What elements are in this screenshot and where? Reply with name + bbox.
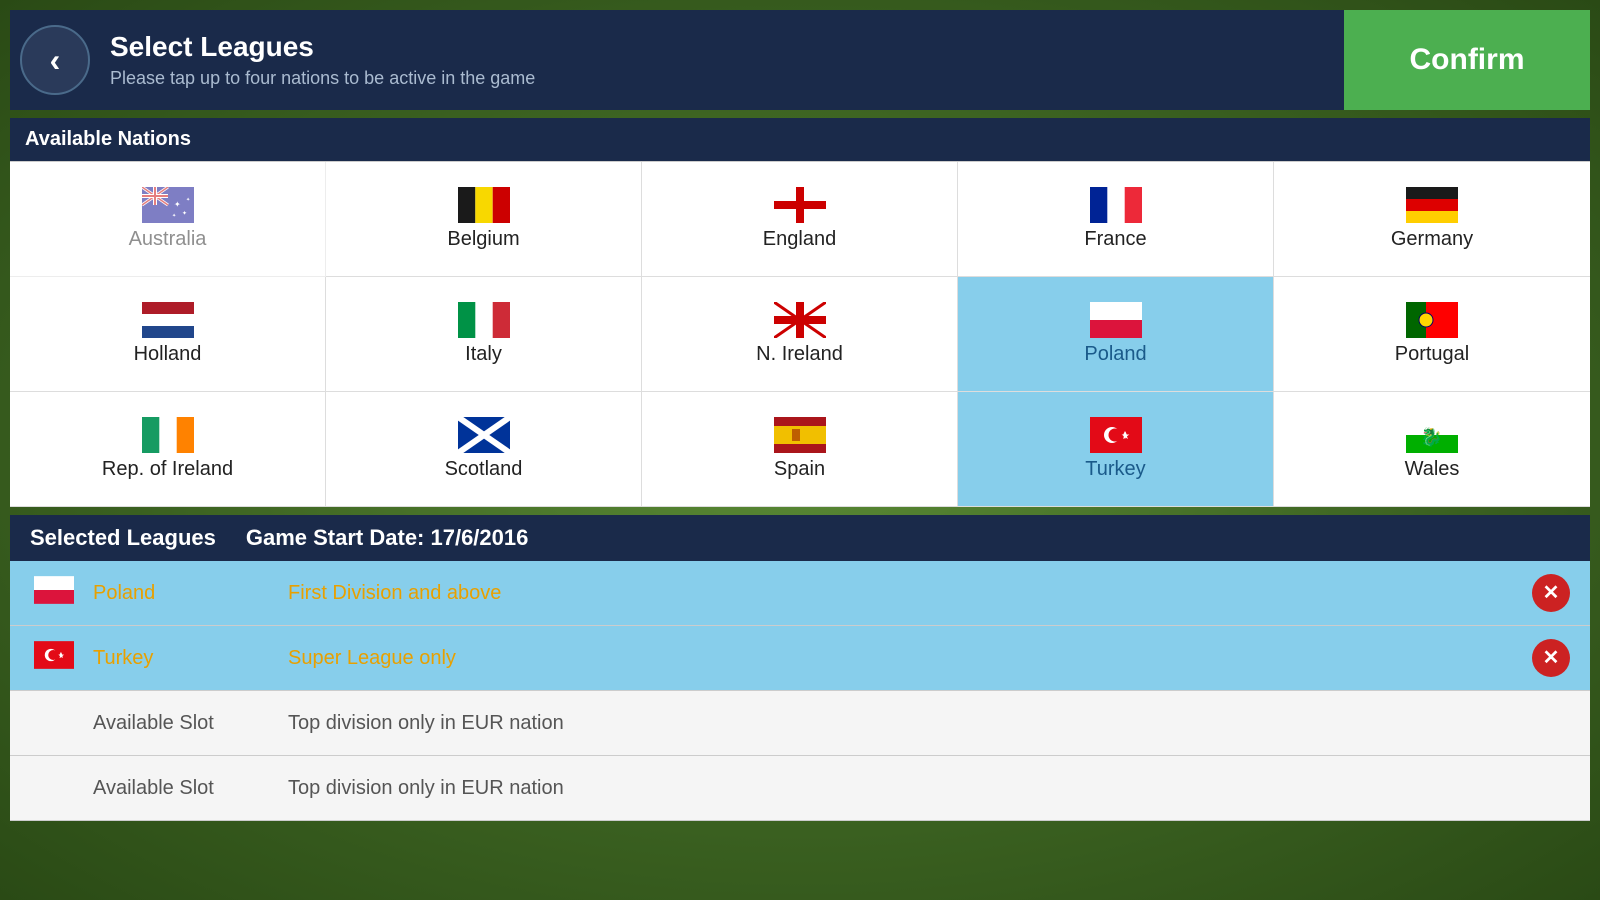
flag-icon-england	[774, 187, 826, 228]
nation-name-turkey: Turkey	[1085, 458, 1145, 481]
league-row-slot1[interactable]: Available Slot Top division only in EUR n…	[10, 691, 1590, 756]
flag-icon-n_ireland	[774, 302, 826, 343]
nation-name-england: England	[763, 228, 836, 251]
leagues-header-title: Selected Leagues	[30, 525, 216, 551]
nation-cell-spain[interactable]: Spain	[642, 392, 958, 507]
flag-icon-poland	[1090, 302, 1142, 343]
league-flag-poland_row	[30, 576, 78, 611]
nation-name-wales: Wales	[1405, 458, 1460, 481]
nation-name-germany: Germany	[1391, 228, 1473, 251]
remove-button-turkey_row[interactable]: ✕	[1532, 639, 1570, 677]
header: ‹ Select Leagues Please tap up to four n…	[10, 10, 1590, 110]
nation-name-scotland: Scotland	[445, 458, 523, 481]
flag-icon-holland	[142, 302, 194, 343]
nation-cell-turkey[interactable]: ★ Turkey	[958, 392, 1274, 507]
leagues-header: Selected Leagues Game Start Date: 17/6/2…	[10, 515, 1590, 561]
nation-cell-rep_ireland[interactable]: Rep. of Ireland	[10, 392, 326, 507]
nation-cell-australia: ✦ ✦ ✦ ✦ Australia	[10, 162, 326, 277]
league-flag-turkey_row: ★	[30, 641, 78, 676]
svg-text:✦: ✦	[172, 213, 176, 219]
nation-name-n_ireland: N. Ireland	[756, 343, 843, 366]
nations-header: Available Nations	[10, 118, 1590, 161]
nation-name-portugal: Portugal	[1395, 343, 1470, 366]
nation-name-spain: Spain	[774, 458, 825, 481]
svg-text:✦: ✦	[174, 200, 181, 209]
svg-text:★: ★	[1121, 431, 1130, 442]
svg-text:★: ★	[58, 651, 65, 660]
flag-icon-australia: ✦ ✦ ✦ ✦	[142, 187, 194, 228]
flag-icon-germany	[1406, 187, 1458, 228]
header-text: Select Leagues Please tap up to four nat…	[110, 31, 1344, 89]
nation-cell-wales[interactable]: 🐉 Wales	[1274, 392, 1590, 507]
flag-icon-france	[1090, 187, 1142, 228]
nations-grid: ✦ ✦ ✦ ✦ Australia Belgium England France…	[10, 161, 1590, 507]
svg-text:✦: ✦	[186, 197, 190, 203]
flag-icon-belgium	[458, 187, 510, 228]
league-row-turkey_row[interactable]: ★ Turkey Super League only ✕	[10, 626, 1590, 691]
svg-text:🐉: 🐉	[1420, 426, 1442, 447]
nation-cell-belgium[interactable]: Belgium	[326, 162, 642, 277]
page-subtitle: Please tap up to four nations to be acti…	[110, 68, 1344, 89]
nation-name-holland: Holland	[134, 343, 202, 366]
flag-icon-scotland	[458, 417, 510, 458]
league-name-slot1: Available Slot	[93, 712, 273, 735]
league-division-poland_row: First Division and above	[288, 582, 1517, 605]
confirm-button[interactable]: Confirm	[1344, 10, 1590, 110]
flag-icon-wales: 🐉	[1406, 417, 1458, 458]
leagues-rows: Poland First Division and above ✕ ★ Turkey…	[10, 561, 1590, 821]
nation-cell-portugal[interactable]: Portugal	[1274, 277, 1590, 392]
nation-cell-france[interactable]: France	[958, 162, 1274, 277]
league-division-turkey_row: Super League only	[288, 647, 1517, 670]
remove-button-poland_row[interactable]: ✕	[1532, 574, 1570, 612]
league-division-slot1: Top division only in EUR nation	[288, 712, 1517, 735]
flag-icon-italy	[458, 302, 510, 343]
nation-cell-n_ireland[interactable]: N. Ireland	[642, 277, 958, 392]
nation-name-belgium: Belgium	[447, 228, 519, 251]
nation-cell-england[interactable]: England	[642, 162, 958, 277]
nation-cell-scotland[interactable]: Scotland	[326, 392, 642, 507]
game-start-date: Game Start Date: 17/6/2016	[246, 525, 529, 551]
nation-cell-italy[interactable]: Italy	[326, 277, 642, 392]
nation-name-rep_ireland: Rep. of Ireland	[102, 458, 233, 481]
nation-name-italy: Italy	[465, 343, 502, 366]
page-title: Select Leagues	[110, 31, 1344, 63]
back-button[interactable]: ‹	[20, 25, 90, 95]
flag-icon-spain	[774, 417, 826, 458]
nation-name-france: France	[1084, 228, 1146, 251]
flag-icon-turkey: ★	[1090, 417, 1142, 458]
nation-name-poland: Poland	[1084, 343, 1146, 366]
league-row-slot2[interactable]: Available Slot Top division only in EUR n…	[10, 756, 1590, 821]
nation-name-australia: Australia	[129, 228, 207, 251]
league-division-slot2: Top division only in EUR nation	[288, 777, 1517, 800]
league-name-poland_row: Poland	[93, 582, 273, 605]
nation-cell-germany[interactable]: Germany	[1274, 162, 1590, 277]
league-name-turkey_row: Turkey	[93, 647, 273, 670]
flag-icon-rep_ireland	[142, 417, 194, 458]
nations-section: Available Nations ✦ ✦ ✦ ✦ Australia Belg…	[10, 118, 1590, 507]
nation-cell-poland[interactable]: Poland	[958, 277, 1274, 392]
leagues-section: Selected Leagues Game Start Date: 17/6/2…	[10, 515, 1590, 821]
nation-cell-holland[interactable]: Holland	[10, 277, 326, 392]
league-name-slot2: Available Slot	[93, 777, 273, 800]
svg-text:✦: ✦	[182, 210, 187, 217]
flag-icon-portugal	[1406, 302, 1458, 343]
league-row-poland_row[interactable]: Poland First Division and above ✕	[10, 561, 1590, 626]
